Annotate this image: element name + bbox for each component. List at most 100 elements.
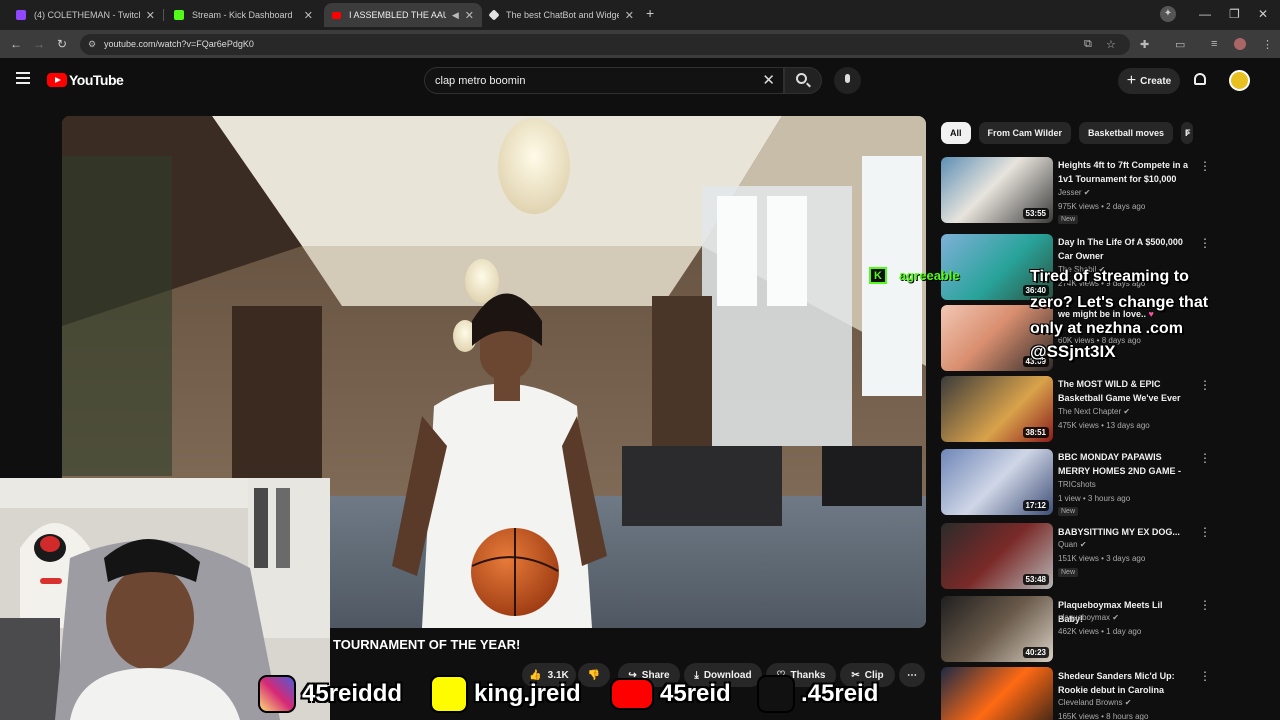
site-info-icon[interactable]: ⚙ [88,39,96,50]
bookmark-star-icon[interactable]: ☆ [1106,38,1116,51]
channel-name[interactable]: Quan ✔ [1058,540,1087,549]
video-title[interactable]: Day In The Life Of A $500,000 Car Owner [1058,235,1190,263]
address-bar[interactable]: ⚙ youtube.com/watch?v=FQar6ePdgK0 [80,34,1130,55]
social-handle: king.jreid [474,680,581,707]
verified-icon: ✔ [1079,540,1087,549]
more-options-icon[interactable]: ⋮ [1199,236,1211,250]
menu-icon[interactable]: ⋮ [1262,38,1273,51]
channel-name[interactable]: The Next Chapter ✔ [1058,407,1130,416]
video-thumbnail[interactable]: 38:51 [941,376,1053,442]
chip-all[interactable]: All [941,122,971,144]
youtube-play-icon [47,73,67,87]
recommended-video[interactable]: 40:23 Plaqueboymax Meets Lil Baby! plaqu… [941,596,1261,662]
extensions-icon[interactable]: ✚ [1140,38,1149,51]
video-title[interactable]: Heights 4ft to 7ft Compete in a 1v1 Tour… [1058,158,1190,186]
tab-title: The best ChatBot and Widgets [506,10,619,20]
hamburger-menu-icon[interactable] [16,72,30,84]
media-icon[interactable]: ≡ [1211,38,1217,50]
recommended-video[interactable]: 17:12 BBC MONDAY PAPAWIS MERRY HOMES 2ND… [941,449,1261,516]
video-title[interactable]: BBC MONDAY PAPAWIS MERRY HOMES 2ND GAME … [1058,450,1190,478]
back-icon[interactable]: ← [10,37,22,51]
close-tab-icon[interactable]: ✕ [625,9,634,22]
channel-name[interactable]: Jesser ✔ [1058,188,1091,197]
mic-icon [845,74,850,83]
promo-line: zero? Let's change that [1030,294,1209,311]
url-text: youtube.com/watch?v=FQar6ePdgK0 [104,39,254,49]
forward-icon[interactable]: → [33,37,45,51]
verified-icon: ✔ [1123,407,1131,416]
tab-title: (4) COLETHEMAN - Twitch [34,10,140,20]
search-button[interactable] [784,67,822,94]
chip-from-cam-wilder[interactable]: From Cam Wilder [978,122,1071,144]
notifications-bell-icon[interactable] [1193,72,1207,88]
install-app-icon[interactable]: ⧉ [1084,38,1092,51]
more-options-icon[interactable]: ⋮ [1199,159,1211,173]
more-options-icon[interactable]: ⋮ [1199,525,1211,539]
minimize-button[interactable]: — [1199,7,1211,21]
kick-follower-alert: K agreeable [869,267,960,284]
video-thumbnail[interactable]: 53:55 [941,157,1053,223]
thumbs-down-icon: 👎 [587,669,601,681]
channel-name[interactable]: TRICshots [1058,480,1096,489]
close-tab-icon[interactable]: ✕ [146,9,155,22]
video-title[interactable]: BABYSITTING MY EX DOG... [1058,525,1190,539]
video-title[interactable]: The MOST WILD & EPIC Basketball Game We'… [1058,377,1190,405]
social-snapchat: king.jreid [430,674,581,714]
social-tiktok: .45reid [757,674,878,714]
more-options-icon[interactable]: ⋮ [1199,669,1211,683]
recommended-video[interactable]: 38:51 The MOST WILD & EPIC Basketball Ga… [941,376,1261,442]
close-tab-icon[interactable]: ✕ [465,9,474,22]
video-thumbnail[interactable] [941,667,1053,720]
channel-name[interactable]: plaqueboymax ✔ [1058,613,1119,622]
chip-basketball-moves[interactable]: Basketball moves [1078,122,1173,144]
sparkle-icon[interactable]: ✦ [1160,6,1176,22]
video-meta: 975K views • 2 days ago [1058,202,1146,211]
social-instagram: 45reiddd [258,674,402,714]
reload-icon[interactable]: ↻ [57,37,67,51]
snapchat-icon [430,675,468,713]
restore-button[interactable]: ❐ [1229,7,1240,21]
voice-search-button[interactable] [834,67,861,94]
plus-icon: + [1126,72,1137,89]
tab-title: I ASSEMBLED THE AAU AVE [349,10,446,20]
browser-tab-kick[interactable]: Stream - Kick Dashboard ✕ [166,3,321,27]
more-options-icon[interactable]: ⋮ [1199,598,1211,612]
recommended-video[interactable]: 53:48 BABYSITTING MY EX DOG... Quan ✔ 15… [941,523,1261,589]
more-actions-button[interactable]: ⋯ [899,663,925,687]
close-window-button[interactable]: ✕ [1258,7,1268,21]
more-options-icon[interactable]: ⋮ [1199,378,1211,392]
video-thumbnail[interactable]: 53:48 [941,523,1053,589]
channel-name[interactable]: Cleveland Browns ✔ [1058,698,1131,707]
instagram-icon [258,675,296,713]
browser-tab-youtube-active[interactable]: I ASSEMBLED THE AAU AVE ◀ ✕ [324,3,482,27]
browser-tab-chatbot[interactable]: The best ChatBot and Widgets ✕ [482,3,642,27]
video-title[interactable]: Shedeur Sanders Mic'd Up: Rookie debut i… [1058,669,1190,697]
video-meta: 1 view • 3 hours ago [1058,494,1131,503]
clear-search-icon[interactable]: ✕ [762,71,775,89]
logo-text: YouTube [69,72,124,88]
close-tab-icon[interactable]: ✕ [304,9,313,22]
recommended-video[interactable]: 53:55 Heights 4ft to 7ft Compete in a 1v… [941,157,1261,224]
audio-icon[interactable]: ◀ [452,10,459,21]
account-avatar[interactable] [1229,70,1250,91]
recommended-video[interactable]: Shedeur Sanders Mic'd Up: Rookie debut i… [941,667,1261,720]
create-label: Create [1140,75,1172,87]
video-thumbnail[interactable]: 17:12 [941,449,1053,515]
create-button[interactable]: + Create [1118,68,1180,94]
new-badge: New [1058,507,1079,516]
video-meta: 151K views • 3 days ago [1058,554,1146,563]
youtube-logo[interactable]: YouTube [47,72,124,88]
new-tab-button[interactable]: + [646,5,654,21]
cast-icon[interactable]: ▭ [1175,38,1185,51]
profile-icon[interactable] [1234,38,1246,50]
kick-icon [174,10,184,20]
more-options-icon[interactable]: ⋮ [1199,451,1211,465]
chevron-right-icon[interactable]: › [1186,125,1190,139]
tiktok-icon [757,675,795,713]
dislike-button[interactable]: 👎 [578,663,610,687]
video-thumbnail[interactable]: 40:23 [941,596,1053,662]
browser-tab-twitch[interactable]: (4) COLETHEMAN - Twitch ✕ [8,3,163,27]
kick-logo-icon: K [869,267,887,284]
search-input[interactable]: clap metro boomin ✕ [424,67,784,94]
video-meta: 165K views • 8 hours ago [1058,712,1149,720]
